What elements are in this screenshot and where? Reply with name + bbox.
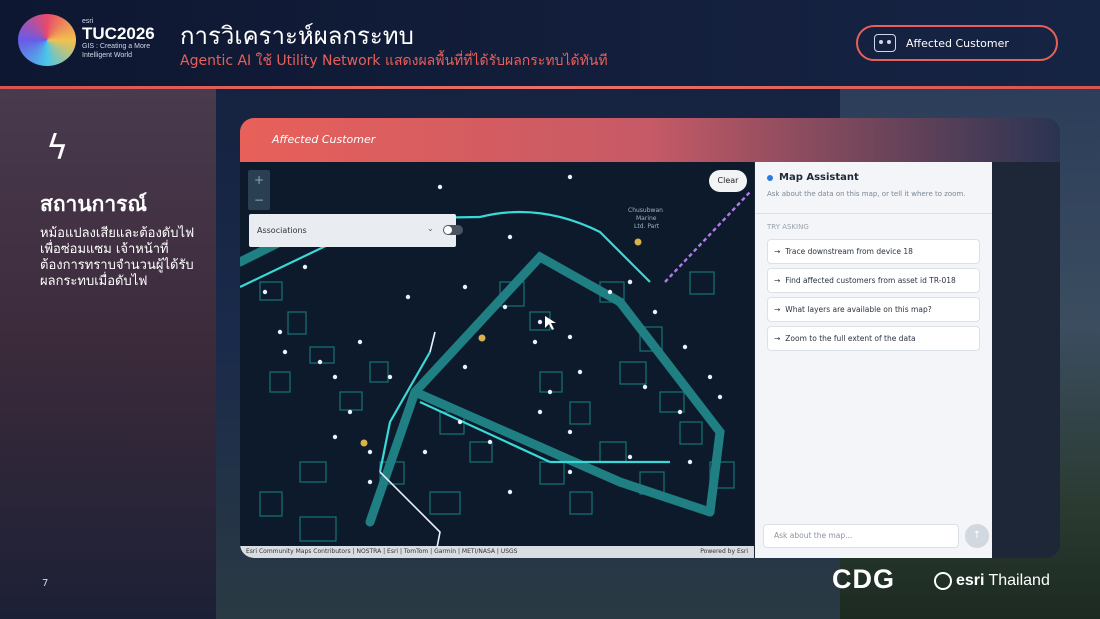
demo-card: Affected Customer Chusubwan Marine Ltd. …: [240, 118, 1060, 558]
suggestion-text: What layers are available on this map?: [785, 305, 932, 314]
map-place-label-2: Marine: [636, 215, 657, 222]
arrow-right-icon: →: [774, 305, 781, 314]
lightning-bolt-icon: ϟ: [46, 128, 69, 168]
affected-customer-pill[interactable]: Affected Customer: [856, 25, 1058, 61]
suggestion-text: Zoom to the full extent of the data: [785, 334, 916, 343]
pill-label: Affected Customer: [906, 36, 1009, 50]
suggestion-item[interactable]: → What layers are available on this map?: [767, 297, 980, 322]
zoom-in-button[interactable]: +: [248, 170, 270, 190]
ask-input[interactable]: Ask about the map...: [763, 524, 959, 548]
try-asking-label: TRY ASKING: [767, 223, 809, 231]
status-dot-icon: [767, 174, 773, 181]
assistant-title-text: Map Assistant: [779, 172, 859, 183]
associations-toggle[interactable]: [443, 225, 463, 235]
map-place-label: Chusubwan: [628, 207, 663, 214]
card-header-label: Affected Customer: [272, 133, 376, 146]
highlighted-feeder: [664, 191, 751, 283]
assistant-header: Map Assistant Ask about the data on this…: [755, 162, 992, 214]
traced-line-2: [429, 331, 436, 353]
tuc-logo-text: esri TUC2026 GIS : Creating a More Intel…: [82, 18, 162, 60]
suggestion-text: Trace downstream from device 18: [785, 247, 913, 256]
suggestion-item[interactable]: → Trace downstream from device 18: [767, 239, 980, 264]
clear-button[interactable]: Clear: [709, 170, 747, 192]
thailand-text: Thailand: [988, 572, 1050, 589]
associations-label: Associations: [257, 226, 307, 235]
map-place-label-3: Ltd. Part: [634, 223, 660, 230]
road-network: [240, 227, 725, 527]
page-number: 7: [42, 578, 49, 589]
logo-tagline: GIS : Creating a More Intelligent World: [82, 43, 151, 59]
associations-panel[interactable]: Associations ⌄: [249, 214, 463, 247]
left-panel: [0, 89, 216, 619]
zoom-out-button[interactable]: −: [248, 190, 270, 210]
arrow-right-icon: →: [774, 276, 781, 285]
assistant-subtitle: Ask about the data on this map, or tell …: [767, 190, 966, 198]
logo-tuc-text: TUC2026: [82, 24, 155, 43]
assistant-title: Map Assistant: [767, 172, 980, 183]
arrow-right-icon: →: [774, 334, 781, 343]
tuc-logo-icon: [18, 14, 76, 66]
robot-icon: [874, 34, 896, 52]
powered-by-link[interactable]: Powered by Esri: [700, 546, 748, 558]
map-view[interactable]: Chusubwan Marine Ltd. Part + − Associati…: [240, 162, 754, 558]
zoom-control: + −: [248, 170, 270, 210]
esri-thailand-logo: esri Thailand: [934, 572, 1050, 590]
utility-lines: [240, 210, 670, 473]
map-assistant-panel: Map Assistant Ask about the data on this…: [755, 162, 992, 558]
cdg-logo: CDG: [832, 564, 895, 594]
suggestion-item[interactable]: → Find affected customers from asset id T…: [767, 268, 980, 293]
arrow-right-icon: →: [774, 247, 781, 256]
attribution-text: Esri Community Maps Contributors | NOSTR…: [246, 548, 518, 555]
header-bar: esri TUC2026 GIS : Creating a More Intel…: [0, 0, 1100, 86]
esri-logo-text: esri: [956, 572, 985, 589]
send-button[interactable]: ↑: [965, 524, 989, 548]
suggestion-item[interactable]: → Zoom to the full extent of the data: [767, 326, 980, 351]
scenario-description: หม้อแปลงเสียและต้องดับไฟเพื่อซ่อมแซม เจ้…: [40, 226, 195, 289]
esri-globe-icon: [934, 572, 952, 590]
suggestion-text: Find affected customers from asset id TR…: [785, 276, 956, 285]
scenario-heading: สถานการณ์: [40, 192, 147, 216]
chevron-down-icon[interactable]: ⌄: [427, 224, 434, 233]
page-subtitle: Agentic AI ใช้ Utility Network แสดงผลพื้…: [180, 53, 608, 69]
card-header: Affected Customer: [240, 118, 1060, 162]
map-attribution: Esri Community Maps Contributors | NOSTR…: [240, 546, 754, 558]
arrow-up-icon: ↑: [972, 530, 982, 541]
